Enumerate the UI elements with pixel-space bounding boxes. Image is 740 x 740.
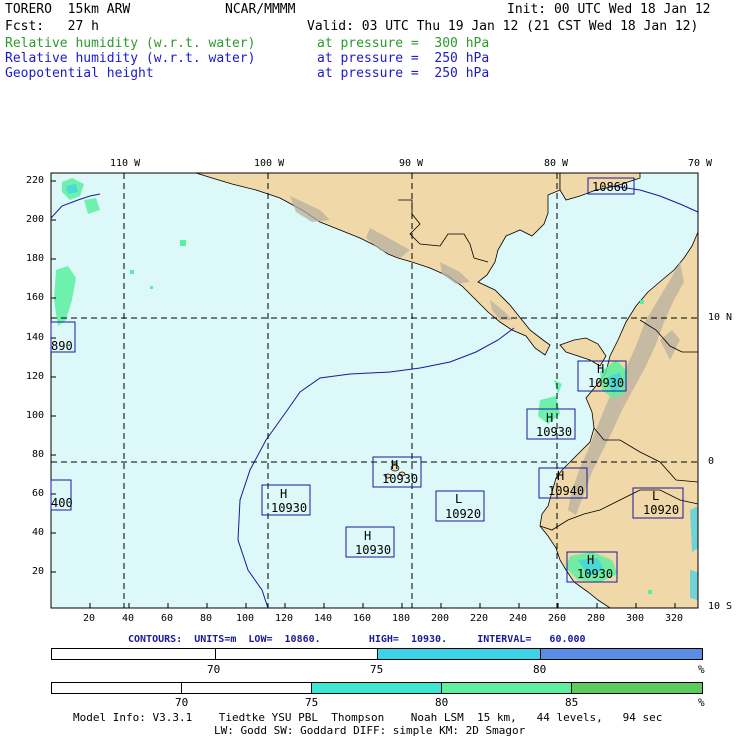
x-tick-label: 40 [122,613,135,624]
center-value: 10930 [588,376,625,390]
x-tick-label: 300 [626,613,645,624]
model-info-line-1: Model Info: V3.3.1 Tiedtke YSU PBL Thomp… [73,711,663,724]
x-tick-label: 160 [353,613,372,624]
y-tick-label: 80 [32,449,45,460]
colorbar-segment [572,683,702,693]
center-value: 10930 [382,472,419,486]
lat-label-10s: 10 S [708,601,733,612]
colorbar-segment [216,649,378,659]
colorbar-segment [442,683,572,693]
x-tick-label: 100 [236,613,255,624]
x-tick-label: 60 [161,613,174,624]
x-tick-label: 200 [431,613,450,624]
center-value: 10920 [445,507,482,521]
colorbar-250-label: 80 [533,663,547,676]
colorbar-segment [312,683,442,693]
colorbar-300-label: 80 [435,696,449,709]
center-value: 10940 [548,484,585,498]
center-type: H [280,487,288,501]
center-value: 890 [51,339,73,353]
colorbar-300-label: 70 [175,696,189,709]
center-value: 10930 [577,567,614,581]
center-type: H [364,529,372,543]
y-tick-label: 100 [26,410,45,421]
x-tick-label: 240 [509,613,528,624]
y-tick-label: 20 [32,566,45,577]
center-value: 10920 [643,503,680,517]
x-tick-label: 20 [83,613,96,624]
center-value: 10930 [271,501,308,515]
colorbar-300-label: 75 [305,696,319,709]
model-info-line-2: LW: Godd SW: Goddard DIFF: simple KM: 2D… [214,724,526,737]
colorbar-segment [378,649,541,659]
x-tick-label: 80 [200,613,213,624]
center-type: H [597,362,605,376]
x-tick-label: 260 [548,613,567,624]
x-tick-label: 320 [665,613,684,624]
weather-map [50,172,699,609]
y-tick-label: 160 [26,292,45,303]
lat-label-0: 0 [708,456,715,467]
center-type: H [587,553,595,567]
colorbar-250-hpa [51,648,703,660]
colorbar-250-unit: % [698,663,705,676]
y-tick-label: 60 [32,488,45,499]
center-value: 400 [51,496,73,510]
center-type: L [652,489,660,503]
contours-info: CONTOURS: UNITS=m LOW= 10860. HIGH= 1093… [128,634,586,645]
colorbar-segment [182,683,312,693]
colorbar-250-label: 70 [207,663,221,676]
colorbar-250-label: 75 [370,663,384,676]
lat-label-10n: 10 N [708,312,733,323]
center-type: L [455,492,463,506]
x-tick-label: 220 [470,613,489,624]
center-type: H [546,411,554,425]
colorbar-segment [52,649,216,659]
colorbar-300-label: 85 [565,696,579,709]
y-tick-label: 200 [26,214,45,225]
colorbar-300-hpa [51,682,703,694]
x-tick-label: 180 [392,613,411,624]
colorbar-300-unit: % [698,696,705,709]
y-tick-label: 180 [26,253,45,264]
center-value: 10930 [536,425,573,439]
x-tick-label: 280 [587,613,606,624]
x-tick-label: 140 [314,613,333,624]
center-type: H [557,469,565,483]
y-tick-label: 220 [26,175,45,186]
y-tick-label: 40 [32,527,45,538]
center-value: 10860 [592,180,629,194]
x-tick-label: 120 [275,613,294,624]
center-type: H [391,458,399,472]
center-value: 10930 [355,543,392,557]
colorbar-segment [541,649,702,659]
colorbar-segment [52,683,182,693]
y-tick-label: 120 [26,371,45,382]
y-tick-label: 140 [26,332,45,343]
